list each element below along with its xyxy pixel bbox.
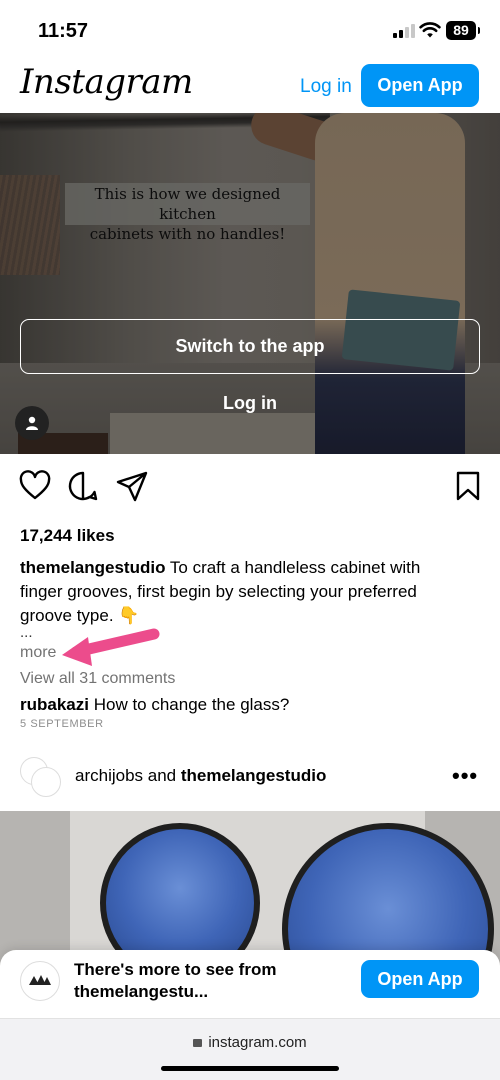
post-caption: themelangestudio To craft a handleless c… [20,556,460,628]
post-media[interactable]: This is how we designed kitchen cabinets… [0,113,500,454]
next-post-wall [70,811,494,971]
more-options-icon[interactable]: ••• [452,763,478,789]
comment-icon[interactable] [67,470,99,502]
url-display[interactable]: instagram.com [0,1034,500,1051]
author-name[interactable]: themelangestudio [181,766,326,785]
status-time: 11:57 [38,20,89,42]
profile-avatar [20,961,60,1001]
like-heart-icon[interactable] [19,470,51,502]
author-joiner: and [143,766,181,785]
comment-username[interactable]: rubakazi [20,695,89,714]
author-name[interactable]: archijobs [75,766,143,785]
switch-to-app-button[interactable]: Switch to the app [20,319,480,374]
caption-username[interactable]: themelangestudio [20,558,165,577]
share-icon[interactable] [116,470,148,502]
comment-text: How to change the glass? [88,695,290,714]
next-post-authors: archijobs and themelangestudio [75,766,326,786]
status-bar: 11:57 89 [0,0,500,60]
instagram-logo[interactable]: Instagram [20,62,193,102]
annotation-arrow-icon [62,628,160,666]
likes-count[interactable]: 17,244 likes [20,526,115,546]
lock-icon [193,1039,203,1047]
browser-url-bar[interactable]: instagram.com [0,1018,500,1080]
next-post-header: archijobs and themelangestudio ••• [0,750,500,808]
decor-plate [100,823,260,971]
decor-plate [282,823,494,971]
caption-more-link[interactable]: more [20,644,56,662]
bookmark-icon[interactable] [452,470,484,502]
collab-avatars[interactable] [20,757,62,799]
app-header: Instagram Log in Open App [0,60,500,114]
open-app-banner: There's more to see from themelangestu..… [0,950,500,1018]
login-link[interactable]: Log in [300,76,352,98]
comment: rubakazi How to change the glass? [20,695,289,715]
caption-ellipsis: ... [20,624,33,641]
url-text: instagram.com [208,1034,307,1051]
home-indicator[interactable] [161,1066,339,1071]
banner-open-app-button[interactable]: Open App [361,960,479,998]
media-login-link[interactable]: Log in [0,393,500,414]
cellular-signal-icon [393,24,415,38]
avatar [31,767,61,797]
next-post-media[interactable] [0,811,500,971]
post-actions [0,470,500,510]
battery-icon: 89 [446,21,480,40]
banner-message: There's more to see from themelangestu..… [74,960,277,1001]
post-date: 5 SEPTEMBER [20,718,104,730]
open-app-button[interactable]: Open App [361,64,479,107]
wifi-icon [419,22,441,38]
view-all-comments-link[interactable]: View all 31 comments [20,670,175,688]
tagged-user-icon[interactable] [15,406,49,440]
